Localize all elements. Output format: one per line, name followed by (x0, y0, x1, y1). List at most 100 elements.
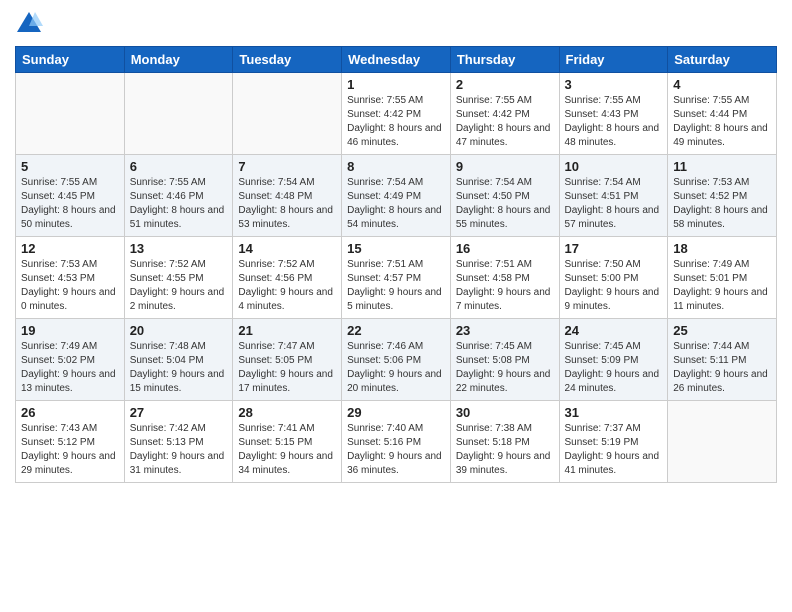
calendar-day-cell: 20 Sunrise: 7:48 AM Sunset: 5:04 PM Dayli… (124, 319, 233, 401)
calendar-week-row: 26 Sunrise: 7:43 AM Sunset: 5:12 PM Dayli… (16, 401, 777, 483)
calendar-day-cell: 23Sunrise: 7:45 AM Sunset: 5:08 PM Dayli… (450, 319, 559, 401)
col-header-tuesday: Tuesday (233, 47, 342, 73)
logo-icon (15, 10, 43, 38)
day-info: Sunrise: 7:55 AM Sunset: 4:42 PM Dayligh… (347, 94, 445, 150)
page-header (15, 10, 777, 38)
calendar-week-row: 1 Sunrise: 7:55 AM Sunset: 4:42 PM Daylig… (16, 73, 777, 155)
col-header-saturday: Saturday (668, 47, 777, 73)
day-number: 21 (238, 323, 336, 338)
day-info: Sunrise: 7:44 AM Sunset: 5:11 PM Dayligh… (673, 340, 771, 396)
calendar-day-cell: 10 Sunrise: 7:54 AM Sunset: 4:51 PM Dayli… (559, 155, 668, 237)
calendar-day-cell: 1 Sunrise: 7:55 AM Sunset: 4:42 PM Daylig… (342, 73, 451, 155)
calendar-day-cell (233, 73, 342, 155)
calendar-day-cell: 29Sunrise: 7:40 AM Sunset: 5:16 PM Dayli… (342, 401, 451, 483)
calendar-day-cell: 21 Sunrise: 7:47 AM Sunset: 5:05 PM Dayli… (233, 319, 342, 401)
col-header-wednesday: Wednesday (342, 47, 451, 73)
day-info: Sunrise: 7:51 AM Sunset: 4:57 PM Dayligh… (347, 258, 445, 314)
calendar-day-cell (668, 401, 777, 483)
day-number: 12 (21, 241, 119, 256)
day-number: 8 (347, 159, 445, 174)
day-number: 19 (21, 323, 119, 338)
day-info: Sunrise: 7:37 AM Sunset: 5:19 PM Dayligh… (565, 422, 663, 478)
day-info: Sunrise: 7:40 AM Sunset: 5:16 PM Dayligh… (347, 422, 445, 478)
col-header-thursday: Thursday (450, 47, 559, 73)
day-info: Sunrise: 7:43 AM Sunset: 5:12 PM Dayligh… (21, 422, 119, 478)
day-info: Sunrise: 7:54 AM Sunset: 4:50 PM Dayligh… (456, 176, 554, 232)
calendar-week-row: 12 Sunrise: 7:53 AM Sunset: 4:53 PM Dayli… (16, 237, 777, 319)
day-number: 25 (673, 323, 771, 338)
day-info: Sunrise: 7:55 AM Sunset: 4:45 PM Dayligh… (21, 176, 119, 232)
calendar-day-cell: 12 Sunrise: 7:53 AM Sunset: 4:53 PM Dayli… (16, 237, 125, 319)
calendar-day-cell: 16 Sunrise: 7:51 AM Sunset: 4:58 PM Dayli… (450, 237, 559, 319)
page-container: SundayMondayTuesdayWednesdayThursdayFrid… (0, 0, 792, 612)
day-number: 3 (565, 77, 663, 92)
day-info: Sunrise: 7:53 AM Sunset: 4:52 PM Dayligh… (673, 176, 771, 232)
calendar-day-cell: 5 Sunrise: 7:55 AM Sunset: 4:45 PM Daylig… (16, 155, 125, 237)
calendar-day-cell: 13 Sunrise: 7:52 AM Sunset: 4:55 PM Dayli… (124, 237, 233, 319)
day-number: 27 (130, 405, 228, 420)
calendar-day-cell: 24Sunrise: 7:45 AM Sunset: 5:09 PM Dayli… (559, 319, 668, 401)
calendar-day-cell: 19 Sunrise: 7:49 AM Sunset: 5:02 PM Dayli… (16, 319, 125, 401)
day-info: Sunrise: 7:54 AM Sunset: 4:48 PM Dayligh… (238, 176, 336, 232)
day-info: Sunrise: 7:55 AM Sunset: 4:44 PM Dayligh… (673, 94, 771, 150)
day-info: Sunrise: 7:38 AM Sunset: 5:18 PM Dayligh… (456, 422, 554, 478)
day-info: Sunrise: 7:51 AM Sunset: 4:58 PM Dayligh… (456, 258, 554, 314)
day-number: 4 (673, 77, 771, 92)
calendar-day-cell: 9 Sunrise: 7:54 AM Sunset: 4:50 PM Daylig… (450, 155, 559, 237)
day-info: Sunrise: 7:47 AM Sunset: 5:05 PM Dayligh… (238, 340, 336, 396)
calendar-day-cell: 6Sunrise: 7:55 AM Sunset: 4:46 PM Daylig… (124, 155, 233, 237)
calendar-day-cell: 7 Sunrise: 7:54 AM Sunset: 4:48 PM Daylig… (233, 155, 342, 237)
day-number: 28 (238, 405, 336, 420)
calendar-week-row: 19 Sunrise: 7:49 AM Sunset: 5:02 PM Dayli… (16, 319, 777, 401)
calendar-day-cell: 2Sunrise: 7:55 AM Sunset: 4:42 PM Daylig… (450, 73, 559, 155)
calendar-day-cell: 30 Sunrise: 7:38 AM Sunset: 5:18 PM Dayli… (450, 401, 559, 483)
calendar-day-cell: 27 Sunrise: 7:42 AM Sunset: 5:13 PM Dayli… (124, 401, 233, 483)
day-number: 1 (347, 77, 445, 92)
day-info: Sunrise: 7:52 AM Sunset: 4:55 PM Dayligh… (130, 258, 228, 314)
day-number: 17 (565, 241, 663, 256)
calendar-day-cell: 26 Sunrise: 7:43 AM Sunset: 5:12 PM Dayli… (16, 401, 125, 483)
day-number: 20 (130, 323, 228, 338)
day-number: 31 (565, 405, 663, 420)
day-info: Sunrise: 7:49 AM Sunset: 5:02 PM Dayligh… (21, 340, 119, 396)
calendar-day-cell: 31 Sunrise: 7:37 AM Sunset: 5:19 PM Dayli… (559, 401, 668, 483)
day-info: Sunrise: 7:41 AM Sunset: 5:15 PM Dayligh… (238, 422, 336, 478)
calendar-day-cell (124, 73, 233, 155)
calendar-day-cell: 25 Sunrise: 7:44 AM Sunset: 5:11 PM Dayli… (668, 319, 777, 401)
calendar-day-cell: 22 Sunrise: 7:46 AM Sunset: 5:06 PM Dayli… (342, 319, 451, 401)
day-info: Sunrise: 7:42 AM Sunset: 5:13 PM Dayligh… (130, 422, 228, 478)
day-info: Sunrise: 7:53 AM Sunset: 4:53 PM Dayligh… (21, 258, 119, 314)
calendar-day-cell: 15 Sunrise: 7:51 AM Sunset: 4:57 PM Dayli… (342, 237, 451, 319)
calendar-day-cell: 4 Sunrise: 7:55 AM Sunset: 4:44 PM Daylig… (668, 73, 777, 155)
day-info: Sunrise: 7:45 AM Sunset: 5:09 PM Dayligh… (565, 340, 663, 396)
day-number: 22 (347, 323, 445, 338)
calendar-week-row: 5 Sunrise: 7:55 AM Sunset: 4:45 PM Daylig… (16, 155, 777, 237)
day-number: 10 (565, 159, 663, 174)
day-number: 18 (673, 241, 771, 256)
day-number: 5 (21, 159, 119, 174)
col-header-friday: Friday (559, 47, 668, 73)
col-header-sunday: Sunday (16, 47, 125, 73)
day-info: Sunrise: 7:55 AM Sunset: 4:46 PM Dayligh… (130, 176, 228, 232)
day-number: 26 (21, 405, 119, 420)
day-number: 7 (238, 159, 336, 174)
day-number: 15 (347, 241, 445, 256)
day-number: 13 (130, 241, 228, 256)
day-number: 16 (456, 241, 554, 256)
calendar-day-cell: 14 Sunrise: 7:52 AM Sunset: 4:56 PM Dayli… (233, 237, 342, 319)
day-info: Sunrise: 7:55 AM Sunset: 4:42 PM Dayligh… (456, 94, 554, 150)
day-info: Sunrise: 7:54 AM Sunset: 4:51 PM Dayligh… (565, 176, 663, 232)
day-number: 23 (456, 323, 554, 338)
col-header-monday: Monday (124, 47, 233, 73)
calendar-day-cell: 17Sunrise: 7:50 AM Sunset: 5:00 PM Dayli… (559, 237, 668, 319)
day-info: Sunrise: 7:48 AM Sunset: 5:04 PM Dayligh… (130, 340, 228, 396)
day-info: Sunrise: 7:49 AM Sunset: 5:01 PM Dayligh… (673, 258, 771, 314)
day-number: 30 (456, 405, 554, 420)
calendar-day-cell: 18 Sunrise: 7:49 AM Sunset: 5:01 PM Dayli… (668, 237, 777, 319)
day-number: 9 (456, 159, 554, 174)
day-number: 14 (238, 241, 336, 256)
day-info: Sunrise: 7:52 AM Sunset: 4:56 PM Dayligh… (238, 258, 336, 314)
day-info: Sunrise: 7:46 AM Sunset: 5:06 PM Dayligh… (347, 340, 445, 396)
calendar-day-cell: 11Sunrise: 7:53 AM Sunset: 4:52 PM Dayli… (668, 155, 777, 237)
logo (15, 10, 47, 38)
